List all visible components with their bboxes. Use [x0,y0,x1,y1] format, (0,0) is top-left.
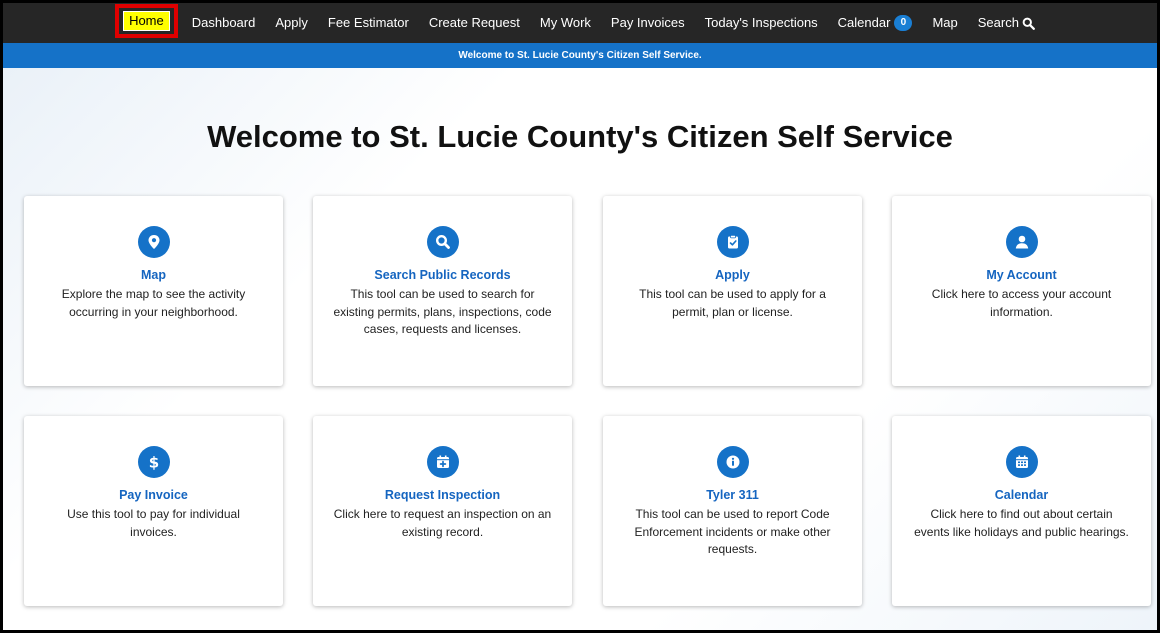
card-description: This tool can be used to report Code Enf… [634,507,831,556]
card-apply[interactable]: Apply This tool can be used to apply for… [603,196,862,386]
card-description: This tool can be used to search for exis… [333,287,552,336]
card-search-public-records[interactable]: Search Public Records This tool can be u… [313,196,572,386]
card-description: This tool can be used to apply for a per… [639,287,826,319]
info-icon [716,446,749,478]
card-my-account[interactable]: My Account Click here to access your acc… [892,196,1151,386]
card-request-inspection[interactable]: Request Inspection Click here to request… [313,416,572,606]
page-title: Welcome to St. Lucie County's Citizen Se… [207,119,953,154]
map-pin-icon [137,226,170,258]
nav-apply[interactable]: Apply [265,3,318,43]
dollar-icon: $ [137,446,170,478]
card-title: Apply [715,268,750,282]
nav-my-work[interactable]: My Work [530,3,601,43]
svg-text:$: $ [148,454,158,472]
card-description: Use this tool to pay for individual invo… [67,507,240,539]
card-description: Click here to access your account inform… [931,287,1112,319]
card-title: Pay Invoice [119,488,188,502]
clipboard-check-icon [716,226,749,258]
card-description: Explore the map to see the activity occu… [61,287,246,319]
calendar-count-badge: 0 [894,15,913,31]
search-icon [1022,17,1035,30]
card-pay-invoice[interactable]: $ Pay Invoice Use this tool to pay for i… [24,416,283,606]
calendar-plus-icon [426,446,459,478]
nav-calendar[interactable]: Calendar 0 [828,3,923,43]
nav-pay-invoices[interactable]: Pay Invoices [601,3,695,43]
card-title: Search Public Records [374,268,511,282]
nav-home[interactable]: Home [123,11,170,31]
nav-todays-inspections[interactable]: Today's Inspections [695,3,828,43]
top-nav: Home Dashboard Apply Fee Estimator Creat… [3,3,1157,43]
nav-search-label: Search [977,15,1019,30]
card-description: Click here to find out about certain eve… [914,507,1129,539]
hero-section: Welcome to St. Lucie County's Citizen Se… [3,68,1157,630]
card-tyler-311[interactable]: Tyler 311 This tool can be used to repor… [603,416,862,606]
nav-dashboard[interactable]: Dashboard [182,3,266,43]
card-map[interactable]: Map Explore the map to see the activity … [24,196,283,386]
app-frame: Home Dashboard Apply Fee Estimator Creat… [3,3,1157,630]
card-title: Request Inspection [384,488,501,502]
card-title: Calendar [994,488,1049,502]
card-calendar[interactable]: Calendar Click here to find out about ce… [892,416,1151,606]
nav-search[interactable]: Search [968,3,1045,43]
card-title: Tyler 311 [706,488,759,502]
search-icon [426,226,459,258]
nav-fee-estimator[interactable]: Fee Estimator [318,3,419,43]
card-description: Click here to request an inspection on a… [333,507,552,539]
nav-map[interactable]: Map [922,3,967,43]
home-highlight-box: Home [115,4,178,38]
nav-create-request[interactable]: Create Request [419,3,530,43]
nav-calendar-label: Calendar [837,15,891,30]
calendar-icon [1005,446,1038,478]
welcome-banner: Welcome to St. Lucie County's Citizen Se… [3,43,1157,68]
card-title: Map [141,268,166,282]
user-icon [1005,226,1038,258]
card-title: My Account [986,268,1057,282]
